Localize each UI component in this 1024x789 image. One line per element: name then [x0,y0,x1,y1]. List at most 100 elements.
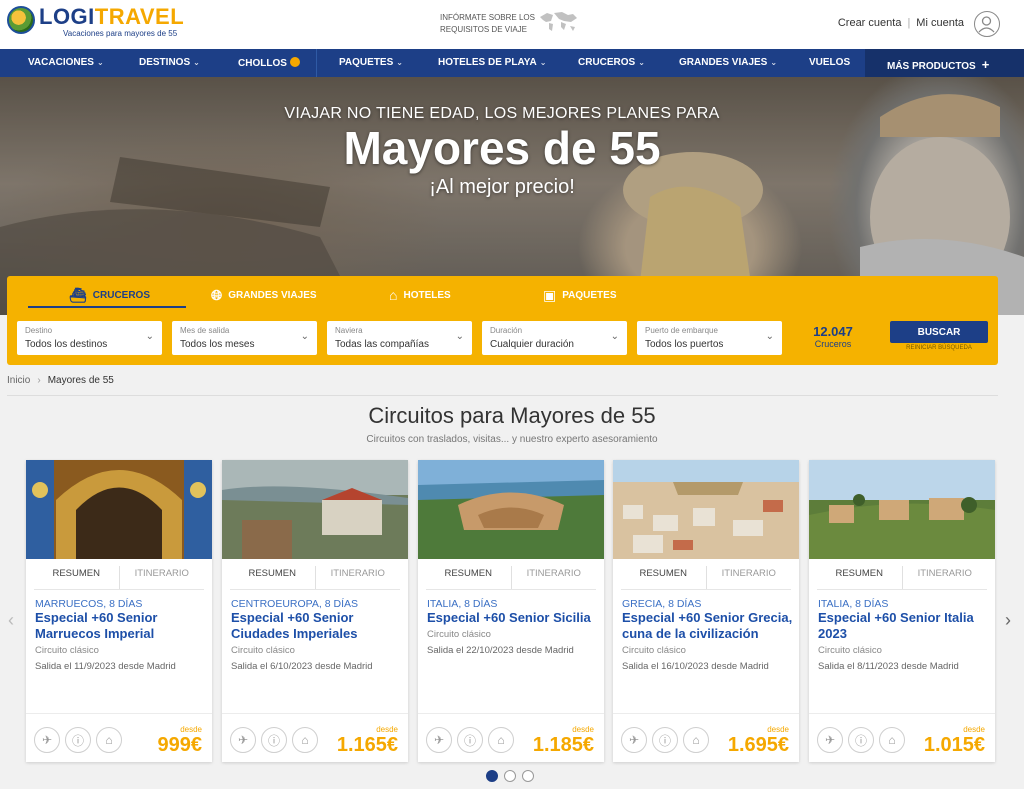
tab-resumen[interactable]: RESUMEN [230,566,316,589]
tour-card[interactable]: RESUMEN ITINERARIO CENTROEUROPA, 8 DÍAS E… [222,460,408,762]
nav-vuelos-label: VUELOS [809,57,851,68]
nav-chollos-label: CHOLLOS [238,58,287,69]
divider [613,713,799,714]
nav-destinos[interactable]: DESTINOS ⌄ [139,57,200,68]
nav-hoteles-playa[interactable]: HOTELES DE PLAYA ⌄ [438,57,546,68]
puerto-label: Puerto de embarque [645,326,718,335]
naviera-select[interactable]: Naviera Todas las compañías ⌄ [327,321,472,355]
tour-image-grecia [613,460,799,559]
tour-type: Circuito clásico [622,645,686,656]
naviera-value: Todas las compañías [335,339,429,350]
carousel-prev-icon[interactable]: ‹ [8,610,14,631]
tab-itinerario[interactable]: ITINERARIO [903,566,988,589]
tour-card[interactable]: RESUMEN ITINERARIO MARRUECOS, 8 DÍAS Espe… [26,460,212,762]
tab-resumen[interactable]: RESUMEN [817,566,903,589]
tab-itinerario[interactable]: ITINERARIO [120,566,205,589]
nav-grandes-viajes[interactable]: GRANDES VIAJES ⌄ [679,57,777,68]
breadcrumb: Inicio › Mayores de 55 [7,375,114,386]
price-from-label: desde [767,725,789,734]
tour-departure: Salida el 11/9/2023 desde Madrid [35,661,176,672]
tab-resumen[interactable]: RESUMEN [621,566,707,589]
nav-vuelos[interactable]: VUELOS [809,57,850,68]
tour-departure: Salida el 6/10/2023 desde Madrid [231,661,373,672]
world-map-icon [540,12,577,31]
house-icon: ⌂ [292,727,318,753]
tab-grandes-viajes-label: GRANDES VIAJES [228,290,317,301]
nav-mas-productos[interactable]: MÁS PRODUCTOS + [887,57,989,72]
logo[interactable]: LOGITRAVEL Vacaciones para mayores de 55 [7,6,184,38]
results-count-unit: Cruceros [814,339,852,349]
duracion-select[interactable]: Duración Cualquier duración ⌄ [482,321,627,355]
tour-card[interactable]: RESUMEN ITINERARIO ITALIA, 8 DÍAS Especia… [809,460,995,762]
travel-requirements-link[interactable]: Infórmate sobre los requisitos de viaje [440,12,577,36]
tab-itinerario[interactable]: ITINERARIO [707,566,792,589]
chevron-down-icon: ⌄ [765,331,774,342]
tour-price: 1.695€ [727,734,789,756]
info-icon: ⓘ [65,727,91,753]
tour-price: 1.165€ [336,734,398,756]
nav-grandes-viajes-label: GRANDES VIAJES [679,57,768,68]
destino-select[interactable]: Destino Todos los destinos ⌄ [17,321,162,355]
info-icon: ⓘ [261,727,287,753]
tab-paquetes[interactable]: ▣ PAQUETES [543,287,617,304]
tour-name[interactable]: Especial +60 Senior Italia 2023 [818,610,990,642]
nav-chollos[interactable]: CHOLLOS [238,57,300,69]
info-icon: ⓘ [848,727,874,753]
nav-vacaciones[interactable]: VACACIONES ⌄ [28,57,104,68]
carousel-dot[interactable] [486,770,498,782]
link-separator: | [907,17,911,29]
mes-salida-select[interactable]: Mes de salida Todos los meses ⌄ [172,321,317,355]
divider [418,713,604,714]
plus-icon: + [981,57,990,72]
tour-image-centroeuropa [222,460,408,559]
carousel-pagination [486,770,534,782]
tab-cruceros[interactable]: ⛴ CRUCEROS [69,287,150,304]
house-icon: ⌂ [389,287,398,303]
price-from-label: desde [180,725,202,734]
tour-card[interactable]: RESUMEN ITINERARIO ITALIA, 8 DÍAS Especia… [418,460,604,762]
nav-paquetes[interactable]: PAQUETES ⌄ [339,57,403,68]
nav-cruceros[interactable]: CRUCEROS ⌄ [578,57,645,68]
puerto-select[interactable]: Puerto de embarque Todos los puertos ⌄ [637,321,782,355]
tour-name[interactable]: Especial +60 Senior Grecia, cuna de la c… [622,610,794,642]
chevron-down-icon: ⌄ [455,331,464,342]
tour-name[interactable]: Especial +60 Senior Sicilia [427,610,599,626]
plane-icon: ✈ [817,727,843,753]
tab-itinerario[interactable]: ITINERARIO [316,566,401,589]
tab-hoteles[interactable]: ⌂ HOTELES [389,287,451,303]
tab-grandes-viajes[interactable]: 🌐︎ GRANDES VIAJES [211,287,317,304]
visa-line-2: requisitos de viaje [440,25,527,34]
create-account-link[interactable]: Crear cuenta [838,17,902,29]
user-avatar-icon[interactable] [974,11,1000,37]
tab-resumen[interactable]: RESUMEN [34,566,120,589]
search-button[interactable]: BUSCAR [890,321,988,343]
plane-icon: ✈ [230,727,256,753]
my-account-link[interactable]: Mi cuenta [916,17,964,29]
hero-title: Mayores de 55 [343,122,661,174]
tab-resumen[interactable]: RESUMEN [426,566,512,589]
tour-departure: Salida el 16/10/2023 desde Madrid [622,661,769,672]
chevron-down-icon: ⌄ [300,331,309,342]
tour-destination: ITALIA, 8 DÍAS [818,598,889,610]
tab-itinerario[interactable]: ITINERARIO [512,566,597,589]
tour-type: Circuito clásico [427,629,491,640]
duracion-label: Duración [490,326,523,335]
chevron-down-icon: ⌄ [770,58,778,67]
chevron-down-icon: ⌄ [396,58,403,67]
house-icon: ⌂ [879,727,905,753]
globe-icon: 🌐︎ [211,287,223,303]
tour-name[interactable]: Especial +60 Senior Marruecos Imperial [35,610,207,642]
breadcrumb-current: Mayores de 55 [47,375,114,386]
carousel-next-icon[interactable]: › [1005,610,1011,631]
breadcrumb-home[interactable]: Inicio [7,375,30,386]
chevron-down-icon: ⌄ [638,58,645,67]
tour-name[interactable]: Especial +60 Senior Ciudades Imperiales [231,610,403,642]
carousel-dot[interactable] [504,770,516,782]
reset-search-link[interactable]: REINICIAR BÚSQUEDA [890,345,988,351]
tour-image-italia [809,460,995,559]
tour-card[interactable]: RESUMEN ITINERARIO GRECIA, 8 DÍAS Especia… [613,460,799,762]
tour-price: 999€ [157,734,203,756]
price-from-label: desde [963,725,985,734]
top-header: LOGITRAVEL Vacaciones para mayores de 55… [0,0,1024,49]
carousel-dot[interactable] [522,770,534,782]
